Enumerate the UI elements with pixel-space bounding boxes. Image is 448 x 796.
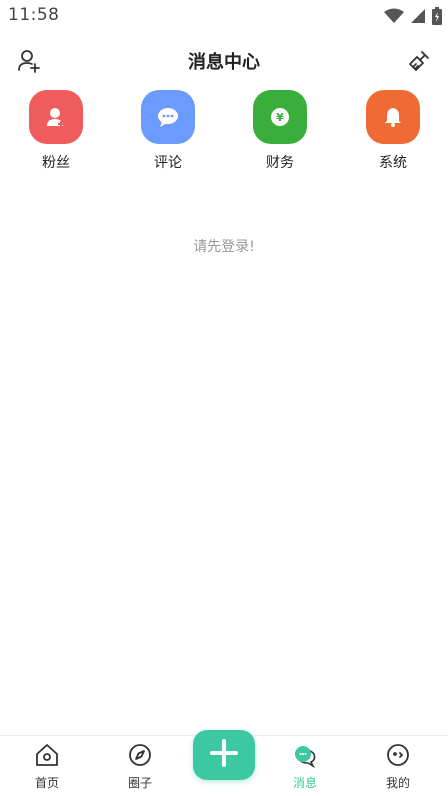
nav-label: 圈子 (127, 776, 152, 790)
category-comment[interactable]: 评论 (128, 90, 208, 172)
fans-icon (29, 90, 83, 144)
page-title: 消息中心 (188, 52, 260, 73)
comment-icon (141, 90, 195, 144)
nav-label: 消息 (292, 776, 317, 790)
header: 消息中心 (0, 40, 448, 80)
category-label: 财务 (266, 155, 294, 171)
profile-icon (363, 742, 433, 772)
nav-profile[interactable]: 我的 (363, 742, 433, 791)
category-label: 粉丝 (42, 155, 70, 171)
status-time: 11:58 (8, 5, 60, 25)
add-button[interactable] (193, 730, 255, 780)
nav-label: 首页 (34, 776, 59, 790)
signal-icon (410, 8, 426, 28)
clear-broom-icon[interactable] (406, 48, 432, 74)
category-system[interactable]: 系统 (353, 90, 433, 172)
message-icon (270, 742, 340, 772)
login-prompt[interactable]: 请先登录! (0, 236, 448, 256)
category-finance[interactable]: ¥ 财务 (240, 90, 320, 172)
svg-text:¥: ¥ (276, 111, 284, 124)
status-bar: 11:58 (0, 0, 448, 32)
compass-icon (105, 742, 175, 772)
nav-label: 我的 (385, 776, 410, 790)
nav-home[interactable]: 首页 (12, 742, 82, 791)
finance-icon: ¥ (253, 90, 307, 144)
plus-icon (209, 738, 239, 772)
bottom-nav: 首页 圈子 消息 我的 (0, 730, 448, 796)
battery-icon (432, 7, 442, 29)
nav-circle[interactable]: 圈子 (105, 742, 175, 791)
category-label: 评论 (154, 155, 182, 171)
category-row: 粉丝 评论 ¥ 财务 系统 (0, 90, 448, 180)
nav-message[interactable]: 消息 (270, 742, 340, 791)
category-fans[interactable]: 粉丝 (16, 90, 96, 172)
status-icons (384, 7, 442, 29)
category-label: 系统 (379, 155, 407, 171)
home-icon (12, 742, 82, 772)
system-bell-icon (366, 90, 420, 144)
wifi-icon (384, 8, 404, 28)
